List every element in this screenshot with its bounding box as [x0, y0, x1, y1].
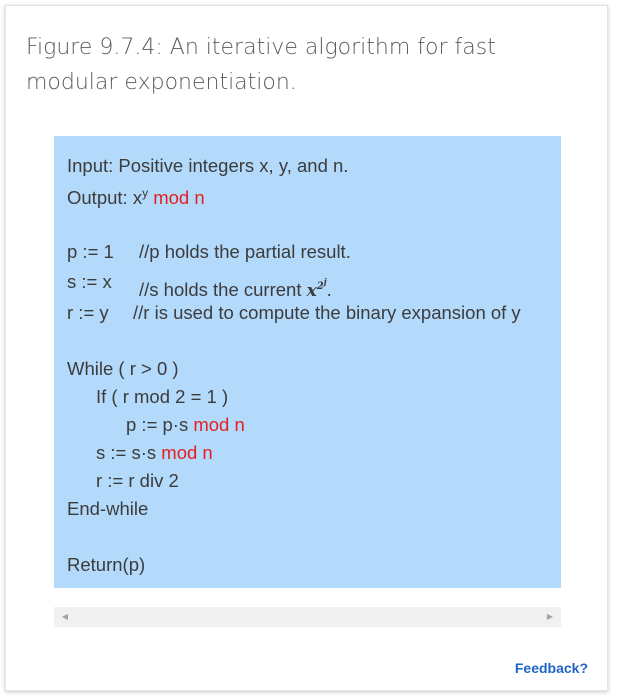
- end-while-line: End-while: [67, 498, 149, 519]
- feedback-link[interactable]: Feedback?: [515, 660, 588, 676]
- s-init-comment-suffix: .: [326, 278, 332, 300]
- input-line: Input: Positive integers x, y, and n.: [67, 155, 349, 176]
- r-init-code: r := y: [67, 302, 109, 323]
- r-init-comment: //r is used to compute the binary expans…: [133, 302, 521, 323]
- p-update-code: p := p·s: [126, 414, 189, 435]
- p-init-comment: //p holds the partial result.: [139, 241, 351, 262]
- output-mod-n: mod n: [153, 187, 205, 209]
- output-exponent: y: [142, 186, 149, 200]
- s-update-code: s := s·s: [96, 442, 157, 463]
- algorithm-box: Input: Positive integers x, y, and n. Ou…: [54, 136, 561, 588]
- p-init-line: p := 1 //p holds the partial result.: [67, 240, 557, 264]
- math-base: x: [306, 280, 317, 301]
- s-init-comment-prefix: //s holds the current: [139, 278, 302, 300]
- p-update-mod: mod n: [193, 414, 245, 435]
- output-prefix: Output: x: [67, 187, 143, 209]
- s-init-code: s := x: [67, 271, 112, 292]
- p-init-code: p := 1: [67, 241, 114, 262]
- r-init-line: r := y //r is used to compute the binary…: [67, 301, 557, 325]
- math-exp-base: 2: [316, 281, 324, 293]
- s-update-line: s := s·s mod n: [96, 441, 213, 465]
- figure-card: Figure 9.7.4: An iterative algorithm for…: [5, 5, 608, 691]
- return-line: Return(p): [67, 554, 146, 575]
- horizontal-scrollbar[interactable]: ◀ ▶: [54, 607, 561, 627]
- scroll-right-arrow-icon[interactable]: ▶: [541, 607, 559, 627]
- r-update-line: r := r div 2: [96, 470, 179, 491]
- p-update-line: p := p·s mod n: [126, 413, 245, 437]
- s-update-mod: mod n: [161, 442, 213, 463]
- output-line: Output: xy mod n: [67, 181, 205, 210]
- figure-title: Figure 9.7.4: An iterative algorithm for…: [26, 35, 496, 95]
- scroll-left-arrow-icon[interactable]: ◀: [56, 607, 74, 627]
- s-init-comment: //s holds the current x2j.: [139, 270, 332, 303]
- if-line: If ( r mod 2 = 1 ): [96, 386, 229, 407]
- s-init-line: s := x //s holds the current x2j.: [67, 270, 557, 301]
- while-line: While ( r > 0 ): [67, 358, 179, 379]
- s-init-math: x2j: [306, 277, 327, 301]
